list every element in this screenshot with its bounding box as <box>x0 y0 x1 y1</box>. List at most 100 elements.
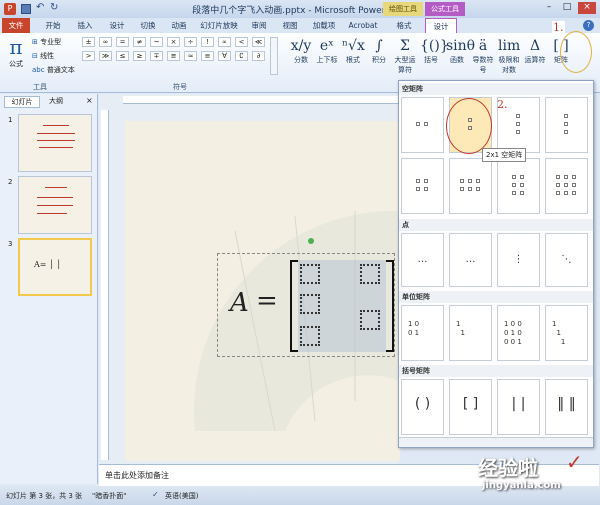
bracket-matrix-option[interactable]: | | <box>497 379 540 435</box>
equation-equals: = <box>256 286 278 316</box>
tab-outline[interactable]: 大纲 <box>42 96 70 108</box>
symbol-button[interactable]: ≪ <box>252 37 265 47</box>
language-status[interactable]: 英语(美国) <box>165 491 198 501</box>
structure-button[interactable]: x/y 分数 <box>290 37 312 65</box>
identity-option[interactable]: 1 1 1 <box>545 305 588 361</box>
symbol-button[interactable]: > <box>82 51 95 61</box>
bracket-matrix-option[interactable]: [ ] <box>449 379 492 435</box>
tab-slides[interactable]: 幻灯片 <box>4 96 40 108</box>
dots-option[interactable]: ⋱ <box>545 233 588 287</box>
symbol-button[interactable]: ∁ <box>235 51 248 61</box>
symbol-button[interactable]: ∝ <box>218 37 231 47</box>
formula-button[interactable]: π 公式 <box>4 35 28 79</box>
tab-file[interactable]: 文件 <box>2 18 30 33</box>
dots-option[interactable]: … <box>401 233 444 287</box>
tab-design[interactable]: 设计 <box>104 18 130 33</box>
tab-animations[interactable]: 动画 <box>166 18 192 33</box>
structure-button[interactable]: ⁿ√x 根式 <box>342 37 365 65</box>
symbol-button[interactable]: ≈ <box>184 51 197 61</box>
rotate-handle[interactable] <box>308 238 314 244</box>
matrix-option[interactable] <box>545 97 588 153</box>
structure-label: 运算符 <box>524 56 546 64</box>
tab-home[interactable]: 开始 <box>40 18 66 33</box>
symbol-button[interactable]: ≫ <box>99 51 112 61</box>
tab-acrobat[interactable]: Acrobat <box>345 18 381 33</box>
tab-format[interactable]: 格式 <box>388 18 420 33</box>
symbol-button[interactable]: ! <box>201 37 214 47</box>
structure-icon: lim <box>498 38 521 54</box>
matrix-cell-placeholder[interactable] <box>300 264 320 284</box>
slide-canvas[interactable]: A = <box>125 121 400 461</box>
symbol-button[interactable]: < <box>235 37 248 47</box>
tab-review[interactable]: 审阅 <box>246 18 272 33</box>
structure-button[interactable]: sinθ 函数 <box>446 37 475 65</box>
maximize-icon[interactable]: □ <box>560 2 574 14</box>
symbol-button[interactable]: ≥ <box>133 51 146 61</box>
structure-button[interactable]: {()} 括号 <box>420 37 449 65</box>
dots-option[interactable]: … <box>449 233 492 287</box>
symbol-button[interactable]: ≠ <box>133 37 146 47</box>
symbol-button[interactable]: ~ <box>150 37 163 47</box>
symbol-button[interactable]: ≅ <box>167 51 180 61</box>
symbol-button[interactable]: ≤ <box>116 51 129 61</box>
matrix-option[interactable] <box>401 97 444 153</box>
tab-view[interactable]: 视图 <box>277 18 303 33</box>
abc-icon: abc <box>32 66 47 74</box>
matrix-cell-placeholder[interactable] <box>300 294 320 314</box>
structure-label: 极限和对数 <box>498 56 520 74</box>
placeholder-square <box>563 175 568 179</box>
symbol-button[interactable]: ∞ <box>99 37 112 47</box>
identity-option[interactable]: 1 00 1 <box>401 305 444 361</box>
symbol-button[interactable]: ∀ <box>218 51 231 61</box>
placeholder-square <box>571 183 576 187</box>
structure-button[interactable]: Δ 运算符 <box>524 37 546 65</box>
bracket-matrix-option[interactable]: ‖ ‖ <box>545 379 588 435</box>
matrix-cell-placeholder[interactable] <box>360 264 380 284</box>
minimize-icon[interactable]: – <box>542 2 556 14</box>
matrix-option[interactable] <box>449 158 492 214</box>
identity-option[interactable]: 1 1 <box>449 305 492 361</box>
gallery-resize-grip[interactable] <box>399 437 593 447</box>
matrix-cell-placeholder[interactable] <box>300 326 320 346</box>
matrix-cell-placeholder[interactable] <box>360 310 380 330</box>
structure-button[interactable]: ∫ 积分 <box>368 37 390 65</box>
normal-text-button[interactable]: abc 普通文本 <box>32 65 75 75</box>
slide-thumbnail-2[interactable] <box>18 176 92 234</box>
symbol-button[interactable]: ± <box>82 37 95 47</box>
professional-button[interactable]: ⊞ 专业型 <box>32 37 61 47</box>
slide-thumbnail-1[interactable] <box>18 114 92 172</box>
spellcheck-icon[interactable]: ✓ <box>152 490 159 499</box>
dots-option[interactable]: ⋮ <box>497 233 540 287</box>
bracket-matrix-option[interactable]: ( ) <box>401 379 444 435</box>
close-icon[interactable]: × <box>578 2 596 14</box>
linear-button[interactable]: ⊟ 线性 <box>32 51 54 61</box>
tab-slideshow[interactable]: 幻灯片放映 <box>197 18 241 33</box>
structure-button[interactable]: eˣ 上下标 <box>316 37 338 65</box>
structure-button[interactable]: Σ 大型运算符 <box>394 37 416 75</box>
matrix-option[interactable] <box>401 158 444 214</box>
title-bar: P ↶ ↻ 段落中几个字飞入动画.pptx - Microsoft PowerP… <box>0 0 600 18</box>
tab-transitions[interactable]: 切换 <box>135 18 161 33</box>
close-panel-icon[interactable]: × <box>86 96 93 105</box>
symbols-scroll[interactable] <box>270 37 278 75</box>
bracket-matrix-heading: 括号矩阵 <box>399 365 593 377</box>
equation-container[interactable]: A = <box>217 238 395 357</box>
symbol-button[interactable]: ∂ <box>252 51 265 61</box>
tab-insert[interactable]: 插入 <box>72 18 98 33</box>
symbol-button[interactable]: × <box>167 37 180 47</box>
slide-thumbnail-3[interactable]: A= │ │ <box>18 238 92 296</box>
matrix-option[interactable] <box>545 158 588 214</box>
ribbon-tabs: 文件 开始 插入 设计 切换 动画 幻灯片放映 审阅 视图 加载项 Acroba… <box>0 18 600 33</box>
help-icon[interactable]: ? <box>583 20 594 31</box>
tab-addins[interactable]: 加载项 <box>308 18 340 33</box>
identity-option[interactable]: 1 0 00 1 00 0 1 <box>497 305 540 361</box>
symbol-button[interactable]: ∓ <box>150 51 163 61</box>
structure-button[interactable]: ä 导数符号 <box>472 37 494 75</box>
tab-equation-design[interactable]: 设计 <box>425 18 457 33</box>
matrix-option[interactable] <box>497 158 540 214</box>
bracket-matrix-glyph: ‖ ‖ <box>557 396 576 412</box>
structure-button[interactable]: lim 极限和对数 <box>498 37 520 75</box>
symbol-button[interactable]: ≡ <box>201 51 214 61</box>
symbol-button[interactable]: ÷ <box>184 37 197 47</box>
symbol-button[interactable]: = <box>116 37 129 47</box>
